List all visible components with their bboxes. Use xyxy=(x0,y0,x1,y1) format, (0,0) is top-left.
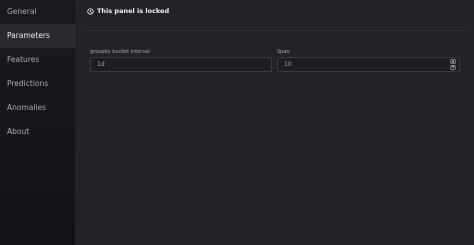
span-label: Span xyxy=(277,49,290,55)
span-input[interactable]: 10 ▲ ▼ xyxy=(277,57,460,72)
sidebar-item-general[interactable]: General xyxy=(0,0,75,24)
groupby-value: 1d xyxy=(97,61,105,68)
span-field: Span 10 ▲ ▼ xyxy=(277,48,460,72)
divider xyxy=(84,30,468,31)
clock-lock-icon xyxy=(87,7,94,15)
locked-banner-text: This panel is locked xyxy=(97,7,170,15)
sidebar-item-anomalies[interactable]: Anomalies xyxy=(0,96,75,120)
sidebar-item-predictions[interactable]: Predictions xyxy=(0,72,75,96)
sidebar-item-features[interactable]: Features xyxy=(0,48,75,72)
span-value: 10 xyxy=(284,61,292,68)
parameters-panel: This panel is locked groupby bucket inte… xyxy=(75,0,474,245)
sidebar: General Parameters Features Predictions … xyxy=(0,0,75,245)
sidebar-item-about[interactable]: About xyxy=(0,120,75,144)
locked-banner: This panel is locked xyxy=(87,6,169,16)
stepper-up-icon[interactable]: ▲ xyxy=(450,59,456,64)
sidebar-item-parameters[interactable]: Parameters xyxy=(0,24,75,48)
groupby-input[interactable]: 1d xyxy=(90,57,272,72)
groupby-label: groupby bucket interval xyxy=(90,49,150,55)
groupby-field: groupby bucket interval 1d xyxy=(90,48,272,72)
stepper-down-icon[interactable]: ▼ xyxy=(450,65,456,70)
span-stepper[interactable]: ▲ ▼ xyxy=(450,59,456,70)
